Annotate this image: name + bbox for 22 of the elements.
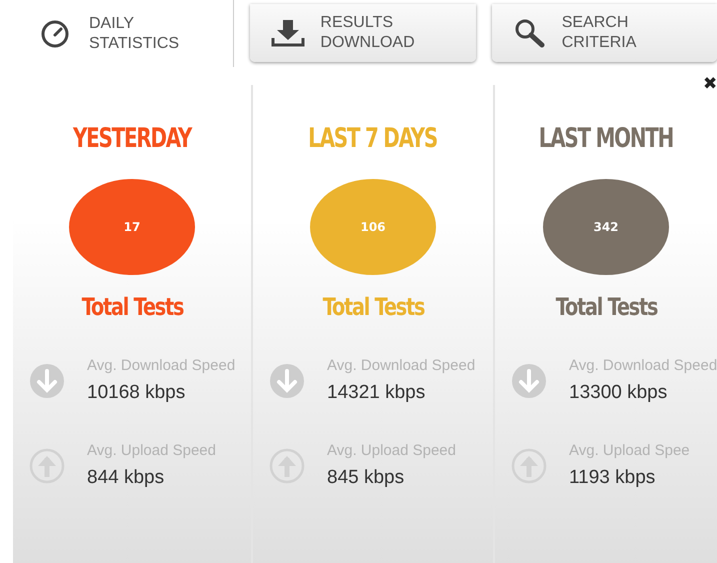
upload-speed: 1193 kbps <box>569 467 656 489</box>
total-tests-label: Total Tests <box>555 293 657 321</box>
total-tests-label: Total Tests <box>322 293 424 321</box>
close-button[interactable]: ✖ <box>703 75 717 93</box>
period-title: LAST MONTH <box>538 123 674 154</box>
download-speed: 14321 kbps <box>327 382 426 404</box>
upload-speed: 845 kbps <box>327 467 406 489</box>
total-tests-circle: 106 <box>310 179 436 275</box>
total-tests-label: Total Tests <box>81 293 183 321</box>
tab[interactable]: RESULTS DOWNLOAD <box>250 4 476 62</box>
download-label: Avg. Download Speed <box>569 356 717 376</box>
download-speed: 13300 kbps <box>569 382 668 404</box>
period-title: YESTERDAY <box>72 123 192 154</box>
download-icon <box>270 18 306 48</box>
download-label: Avg. Download Speed <box>327 356 476 376</box>
period-title: LAST 7 DAYS <box>308 123 438 154</box>
upload-speed: 844 kbps <box>87 467 166 489</box>
download-speed: 10168 kbps <box>87 382 186 404</box>
download-label: Avg. Download Speed <box>87 356 236 376</box>
tab[interactable]: SEARCH CRITERIA <box>492 4 717 62</box>
total-tests-circle: 17 <box>69 179 195 275</box>
total-tests-circle: 342 <box>543 179 669 275</box>
